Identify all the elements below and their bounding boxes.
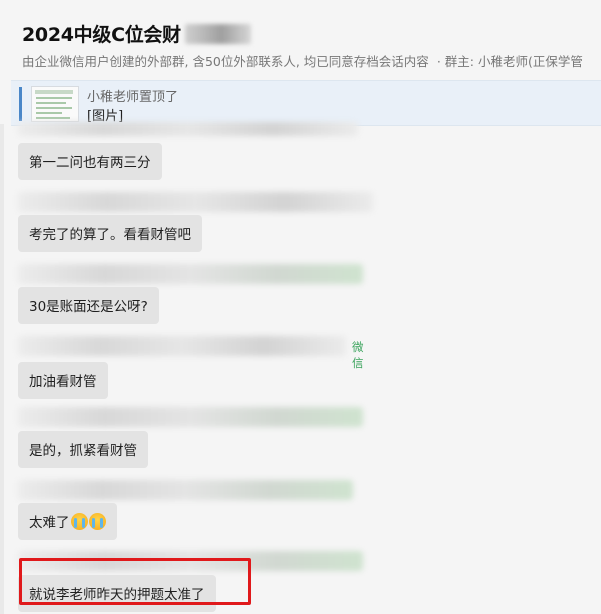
message-bubble[interactable]: 30是账面还是公呀? [18, 287, 159, 324]
pinned-image-thumbnail[interactable] [31, 86, 79, 122]
chat-title[interactable]: 2024中级C位会财 [22, 20, 181, 47]
red-highlight-box [19, 558, 251, 605]
redacted-sender [18, 122, 358, 136]
redacted-title-part [184, 23, 251, 44]
scroll-track[interactable] [0, 124, 4, 614]
chat-subtitle: 由企业微信用户创建的外部群, 含50位外部联系人, 均已同意存档会话内容 · 群主… [22, 51, 583, 70]
redacted-sender [18, 264, 363, 284]
message-bubble[interactable]: 是的，抓紧看财管 [18, 431, 148, 468]
chat-header: 2024中级C位会财 由企业微信用户创建的外部群, 含50位外部联系人, 均已同… [0, 0, 601, 78]
crying-face-emoji-icon [70, 513, 88, 530]
pinned-message-bar[interactable]: 小稚老师置顶了 [图片] [11, 80, 601, 126]
message-bubble[interactable]: 太难了 [18, 503, 117, 540]
crying-face-emoji-icon [88, 513, 106, 530]
redacted-sender [18, 480, 353, 500]
message-bubble[interactable]: 第一二问也有两三分 [18, 143, 162, 180]
group-description: 由企业微信用户创建的外部群, 含50位外部联系人, 均已同意存档会话内容 [22, 54, 429, 69]
group-owner[interactable]: · 群主: 小稚老师(正保学管 [437, 54, 583, 69]
pinned-accent-bar [19, 87, 22, 121]
redacted-sender [18, 192, 373, 212]
redacted-sender [18, 336, 346, 356]
message-bubble[interactable]: 考完了的算了。看看财管吧 [18, 215, 202, 252]
redacted-sender [18, 407, 363, 427]
message-text: 太难了 [29, 515, 70, 531]
message-bubble[interactable]: 加油看财管 [18, 362, 108, 399]
pinned-by-label: 小稚老师置顶了 [87, 90, 179, 105]
chat-title-row: 2024中级C位会财 [22, 20, 251, 47]
wechat-tag: 微信 [352, 340, 364, 370]
